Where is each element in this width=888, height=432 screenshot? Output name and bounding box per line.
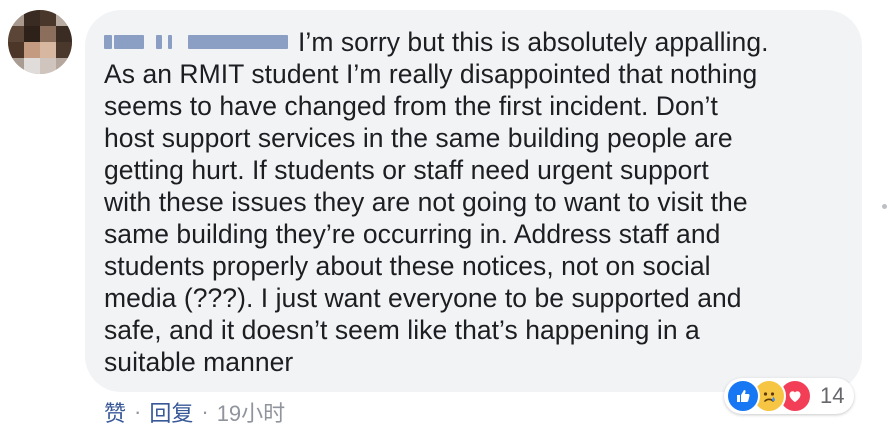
comment-actions: 赞 · 回复 · 19小时	[104, 396, 285, 428]
scroll-indicator	[882, 204, 887, 209]
avatar-pixel	[8, 42, 24, 58]
redaction-block	[168, 35, 172, 49]
comment-line: I’m sorry but this is absolutely appalli…	[298, 27, 769, 57]
avatar-pixel	[24, 58, 40, 74]
avatar-pixel	[24, 26, 40, 42]
avatar-pixel	[56, 42, 72, 58]
comment-body: I’m sorry but this is absolutely appalli…	[104, 26, 844, 378]
avatar-pixel	[8, 58, 24, 74]
avatar-pixel	[56, 10, 72, 26]
comment-line: with these issues they are not going to …	[104, 187, 748, 217]
comment-line: same building they’re occurring in. Addr…	[104, 219, 721, 249]
redaction-block	[188, 35, 288, 49]
comment-line: As an RMIT student I’m really disappoint…	[104, 59, 758, 89]
like-icon	[726, 379, 760, 413]
reaction-count: 14	[820, 383, 845, 408]
avatar-pixel	[40, 42, 56, 58]
redaction-block	[114, 35, 144, 49]
avatar-pixel	[8, 10, 24, 26]
comment-line: suitable manner	[104, 347, 294, 377]
avatar-pixel	[40, 58, 56, 74]
separator: ·	[134, 399, 142, 424]
like-link[interactable]: 赞	[104, 396, 126, 428]
avatar-pixel	[40, 26, 56, 42]
reactions-summary[interactable]: 14	[724, 378, 855, 414]
avatar-pixel	[8, 26, 24, 42]
comment-container: I’m sorry but this is absolutely appalli…	[0, 0, 888, 432]
reply-link[interactable]: 回复	[149, 396, 193, 428]
comment-line: students properly about these notices, n…	[104, 251, 711, 281]
comment-line: seems to have changed from the first inc…	[104, 91, 718, 121]
separator: ·	[201, 399, 209, 424]
avatar-pixel	[24, 10, 40, 26]
comment-line: media (???). I just want everyone to be …	[104, 283, 742, 313]
redaction-block	[104, 35, 112, 49]
redaction-block	[156, 35, 162, 49]
avatar-pixel	[40, 10, 56, 26]
avatar-pixel	[56, 26, 72, 42]
comment-line: safe, and it doesn’t seem like that’s ha…	[104, 315, 700, 345]
timestamp[interactable]: 19小时	[217, 396, 285, 428]
avatar-pixel	[56, 58, 72, 74]
avatar-pixel	[24, 42, 40, 58]
avatar[interactable]	[8, 10, 72, 74]
author-name-redacted[interactable]	[104, 31, 294, 53]
comment-line: getting hurt. If students or staff need …	[104, 155, 709, 185]
comment-line: host support services in the same buildi…	[104, 123, 733, 153]
